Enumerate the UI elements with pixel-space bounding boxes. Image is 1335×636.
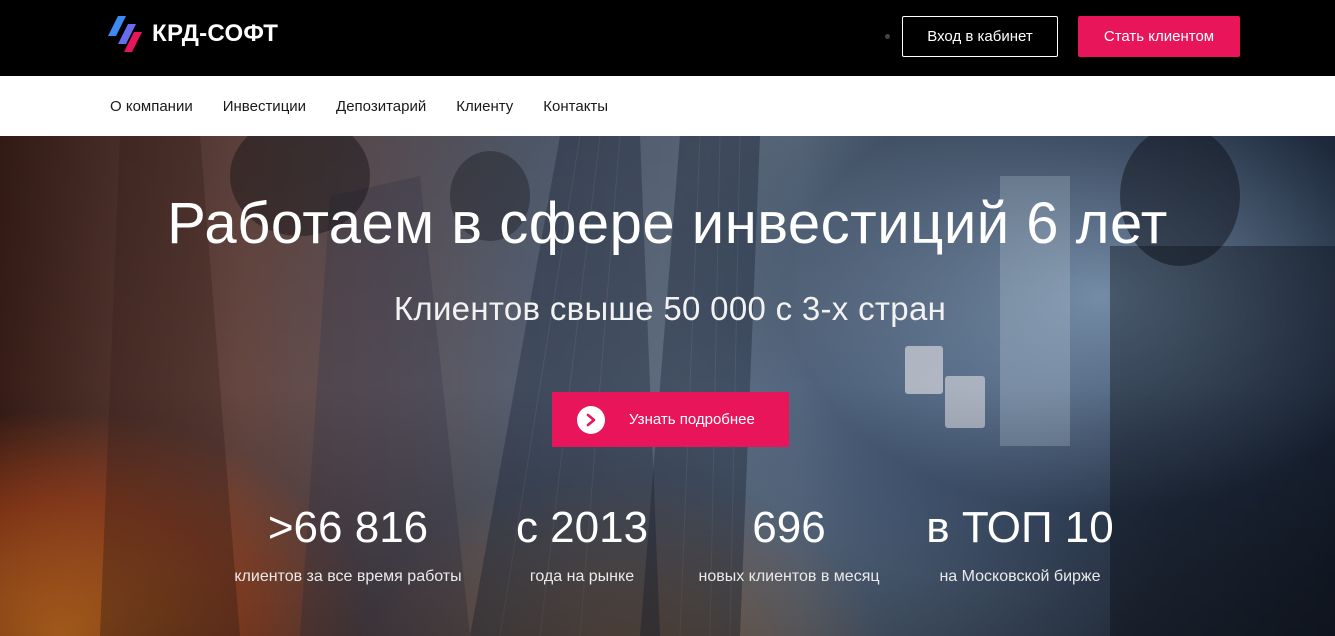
hero-section: Работаем в сфере инвестиций 6 лет Клиент… (0, 136, 1335, 636)
stat-top-ranking: в ТОП 10 на Московской бирже (914, 502, 1126, 586)
main-nav: О компании Инвестиции Депозитарий Клиент… (0, 76, 1335, 136)
nav-item-depository[interactable]: Депозитарий (336, 98, 426, 115)
stat-value: 696 (752, 503, 826, 552)
stat-label: новых клиентов в месяц (698, 568, 880, 585)
chevron-right-icon (577, 405, 605, 434)
hero-subtitle: Клиентов свыше 50 000 с 3-х стран (393, 290, 947, 327)
learn-more-label: Узнать подробнее (629, 411, 755, 428)
logo-icon (108, 16, 142, 52)
logo[interactable]: КРД-СОФТ (108, 14, 278, 54)
hero-title: Работаем в сфере инвестиций 6 лет (167, 191, 1168, 256)
nav-item-investments[interactable]: Инвестиции (223, 98, 306, 115)
top-bar: КРД-СОФТ Вход в кабинет Стать клиентом (0, 0, 1335, 76)
stat-value: с 2013 (515, 503, 649, 552)
stat-years-on-market: с 2013 года на рынке (500, 502, 664, 586)
stat-label: на Московской бирже (939, 568, 1101, 585)
stat-new-clients-monthly: 696 новых клиентов в месяц (676, 502, 902, 586)
stat-label: года на рынке (529, 568, 635, 585)
stat-value: >66 816 (267, 503, 429, 552)
stat-value: в ТОП 10 (926, 503, 1114, 552)
stat-clients-total: >66 816 клиентов за все время работы (210, 502, 486, 586)
stat-label: клиентов за все время работы (234, 568, 462, 585)
learn-more-button[interactable]: Узнать подробнее (552, 392, 789, 447)
become-client-button[interactable]: Стать клиентом (1078, 16, 1240, 57)
nav-list: О компании Инвестиции Депозитарий Клиент… (110, 76, 638, 136)
nav-item-for-client[interactable]: Клиенту (456, 98, 513, 115)
nav-item-about[interactable]: О компании (110, 98, 193, 115)
divider-dot (885, 34, 890, 39)
logo-text: КРД-СОФТ (152, 20, 279, 47)
login-button[interactable]: Вход в кабинет (902, 16, 1058, 57)
nav-item-contacts[interactable]: Контакты (543, 98, 608, 115)
